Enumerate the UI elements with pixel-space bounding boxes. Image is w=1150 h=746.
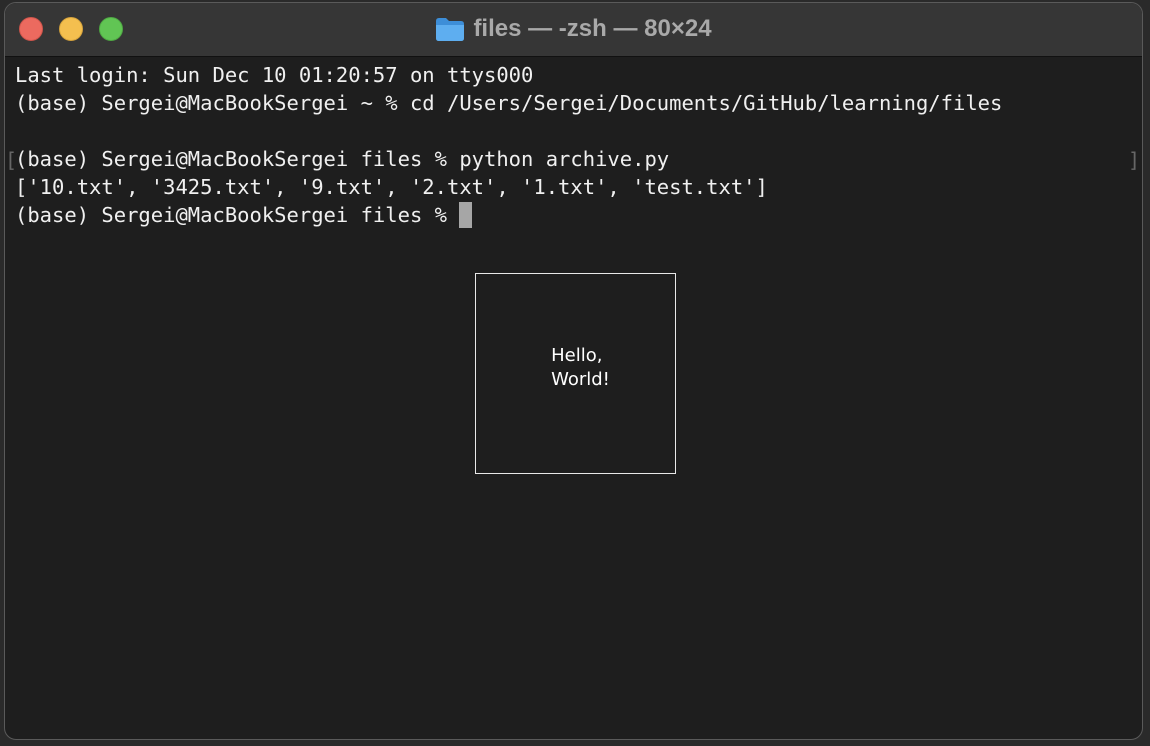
- prompt-line[interactable]: (base) Sergei@MacBookSergei files %: [15, 201, 1140, 229]
- text-cursor: [459, 202, 473, 228]
- title-bar[interactable]: files — -zsh — 80×24: [5, 3, 1142, 57]
- terminal-line: Last login: Sun Dec 10 01:20:57 on ttys0…: [15, 63, 534, 87]
- hello-line-2: World!: [551, 368, 610, 390]
- hello-world-label: Hello, World!: [551, 344, 610, 392]
- terminal-output[interactable]: Last login: Sun Dec 10 01:20:57 on ttys0…: [15, 61, 1140, 229]
- hello-line-1: Hello,: [551, 344, 603, 366]
- terminal-window: files — -zsh — 80×24 [ ] Last login: Sun…: [4, 2, 1143, 740]
- window-title: files — -zsh — 80×24: [5, 13, 1142, 45]
- hello-world-window[interactable]: Hello, World!: [475, 273, 676, 474]
- window-title-text: files — -zsh — 80×24: [473, 15, 712, 42]
- folder-icon: [436, 18, 465, 41]
- terminal-line: (base) Sergei@MacBookSergei files % pyth…: [15, 147, 670, 171]
- prompt-text: (base) Sergei@MacBookSergei files %: [15, 203, 460, 227]
- terminal-line: ['10.txt', '3425.txt', '9.txt', '2.txt',…: [15, 175, 768, 199]
- terminal-line: (base) Sergei@MacBookSergei ~ % cd /User…: [15, 91, 1003, 115]
